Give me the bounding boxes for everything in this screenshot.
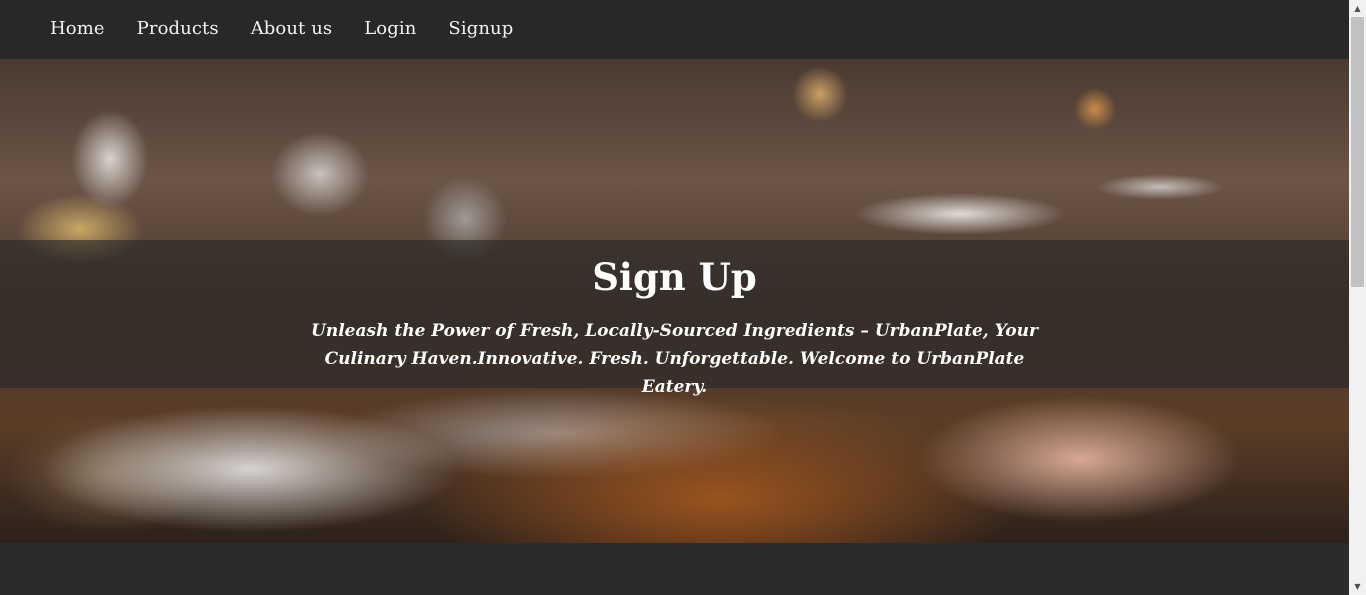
nav-link-home[interactable]: Home (50, 18, 105, 41)
page-title: Sign Up (592, 255, 757, 299)
nav-link-about-us[interactable]: About us (251, 18, 333, 41)
scroll-down-icon[interactable]: ▼ (1349, 578, 1366, 595)
top-navbar: Home Products About us Login Signup (0, 0, 1349, 59)
hero-subtitle: Unleash the Power of Fresh, Locally-Sour… (311, 321, 1038, 397)
nav-link-signup[interactable]: Signup (448, 18, 513, 41)
hero-section: Sign Up Unleash the Power of Fresh, Loca… (0, 59, 1349, 543)
page: Home Products About us Login Signup Sign… (0, 0, 1366, 595)
nav-link-products[interactable]: Products (137, 18, 219, 41)
nav-link-login[interactable]: Login (364, 18, 416, 41)
scrollbar-thumb[interactable] (1351, 17, 1364, 287)
scroll-up-icon[interactable]: ▲ (1349, 0, 1366, 17)
vertical-scrollbar[interactable]: ▲ ▼ (1349, 0, 1366, 595)
